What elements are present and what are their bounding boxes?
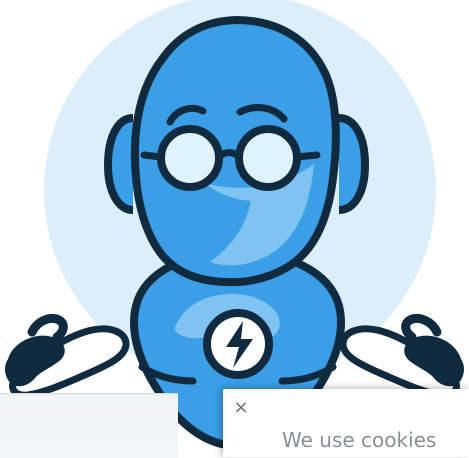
right-arm-icon [339,314,464,399]
cookie-close-button[interactable]: × [232,397,250,419]
left-arm-icon [5,314,130,399]
page-bottom-panel [0,393,178,458]
cookie-message: We use cookies [282,428,437,452]
